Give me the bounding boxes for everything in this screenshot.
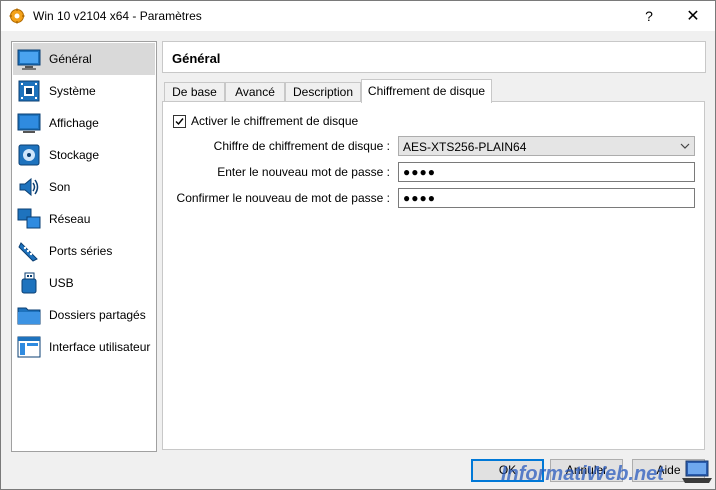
sidebar-item-shared-folders[interactable]: Dossiers partagés: [13, 299, 155, 331]
sidebar-item-label: Stockage: [49, 148, 100, 162]
confirm-password-value: ●●●●: [403, 191, 436, 205]
tab-description[interactable]: Description: [285, 82, 361, 102]
general-icon: [17, 49, 41, 70]
sidebar-item-label: Ports séries: [49, 244, 113, 258]
sidebar-item-label: Interface utilisateur: [49, 340, 151, 354]
sidebar-item-label: Dossiers partagés: [49, 308, 146, 322]
new-password-label: Enter le nouveau mot de passe :: [217, 165, 390, 179]
enable-encryption-row[interactable]: Activer le chiffrement de disque: [173, 114, 358, 128]
settings-sidebar: Général Système Affichage Stockage Son R…: [11, 41, 157, 452]
shared-folders-icon: [17, 307, 41, 325]
sidebar-item-display[interactable]: Affichage: [13, 107, 155, 139]
virtualbox-gear-icon: [9, 8, 25, 24]
page-header: Général: [162, 41, 706, 73]
user-interface-icon: [17, 336, 41, 358]
sidebar-item-user-interface[interactable]: Interface utilisateur: [13, 331, 155, 363]
cipher-select[interactable]: AES-XTS256-PLAIN64: [398, 136, 695, 156]
audio-icon: [19, 177, 39, 197]
system-icon: [18, 80, 40, 102]
sidebar-item-label: USB: [49, 276, 74, 290]
cipher-label: Chiffre de chiffrement de disque :: [213, 139, 390, 153]
watermark: InformatiWeb.net: [501, 463, 664, 485]
sidebar-item-storage[interactable]: Stockage: [13, 139, 155, 171]
check-icon: [175, 117, 184, 125]
sidebar-item-label: Général: [49, 52, 92, 66]
serial-ports-icon: [18, 242, 38, 262]
chevron-down-icon: [680, 143, 690, 149]
sidebar-item-label: Système: [49, 84, 96, 98]
sidebar-item-label: Réseau: [49, 212, 91, 226]
sidebar-item-system[interactable]: Système: [13, 75, 155, 107]
confirm-password-field[interactable]: ●●●●: [398, 188, 695, 208]
laptop-logo-icon: [682, 460, 712, 483]
usb-icon: [21, 272, 37, 294]
tab-disk-encryption[interactable]: Chiffrement de disque: [361, 79, 492, 103]
enable-encryption-label: Activer le chiffrement de disque: [191, 114, 359, 128]
title-bar: Win 10 v2104 x64 - Paramètres ? ✕: [1, 1, 715, 31]
page-title: Général: [172, 51, 221, 66]
settings-content: Général De base Avancé Description Chiff…: [162, 41, 706, 450]
close-button[interactable]: ✕: [671, 1, 715, 31]
network-icon: [17, 208, 41, 229]
tab-advanced[interactable]: Avancé: [225, 82, 285, 102]
enable-encryption-checkbox[interactable]: [173, 114, 186, 128]
storage-icon: [18, 144, 40, 166]
cipher-select-value: AES-XTS256-PLAIN64: [403, 140, 527, 154]
sidebar-item-general[interactable]: Général: [13, 43, 155, 75]
display-icon: [17, 113, 41, 133]
sidebar-item-serial-ports[interactable]: Ports séries: [13, 235, 155, 267]
new-password-value: ●●●●: [403, 165, 436, 179]
disk-encryption-panel: Activer le chiffrement de disque Chiffre…: [162, 101, 705, 450]
sidebar-item-audio[interactable]: Son: [13, 171, 155, 203]
help-title-button[interactable]: ?: [627, 1, 671, 31]
sidebar-item-label: Affichage: [49, 116, 99, 130]
tab-basic[interactable]: De base: [164, 82, 225, 102]
window-title: Win 10 v2104 x64 - Paramètres: [33, 9, 202, 23]
sidebar-item-usb[interactable]: USB: [13, 267, 155, 299]
settings-window: Win 10 v2104 x64 - Paramètres ? ✕ Généra…: [0, 0, 716, 490]
sidebar-item-network[interactable]: Réseau: [13, 203, 155, 235]
new-password-field[interactable]: ●●●●: [398, 162, 695, 182]
confirm-password-label: Confirmer le nouveau de mot de passe :: [176, 191, 390, 205]
sidebar-item-label: Son: [49, 180, 71, 194]
